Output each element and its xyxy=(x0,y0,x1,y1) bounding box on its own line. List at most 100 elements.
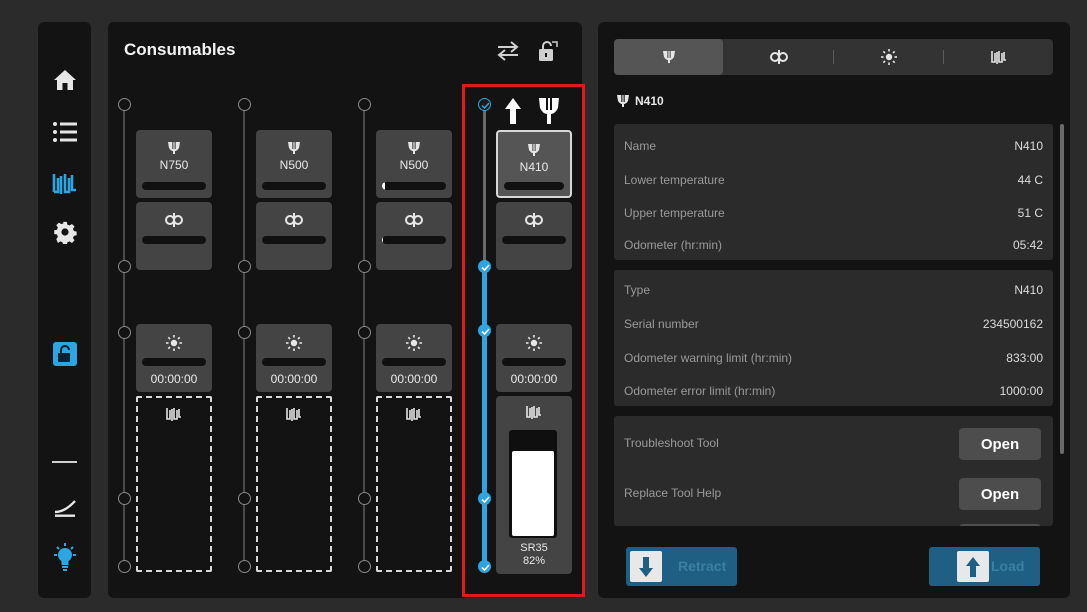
up-arrow-icon xyxy=(957,551,989,582)
troubleshoot-open-button[interactable]: Open xyxy=(959,428,1041,460)
property-value: 234500162 xyxy=(982,317,1043,331)
property-row: Odometer (hr:min) 05:42 xyxy=(624,238,1043,258)
rail-node xyxy=(118,98,131,111)
tool-icon xyxy=(256,141,332,155)
nozzle-card[interactable] xyxy=(136,202,212,270)
light-timer: 00:00:00 xyxy=(390,372,438,386)
property-value: 44 C xyxy=(1017,173,1043,187)
details-title: N410 xyxy=(616,94,664,108)
nozzle-icon xyxy=(376,213,452,227)
down-arrow-icon xyxy=(630,551,662,582)
retract-button[interactable]: Retract xyxy=(626,547,737,586)
rail-node xyxy=(118,560,131,573)
property-value: N410 xyxy=(1014,139,1043,153)
rail-node xyxy=(118,260,131,273)
property-key: Type xyxy=(624,283,651,297)
rail-node xyxy=(358,98,371,111)
rail-node xyxy=(238,260,251,273)
property-value: 05:42 xyxy=(1012,238,1043,252)
load-label: Load xyxy=(991,558,1025,574)
material-icon xyxy=(138,406,210,422)
rail-node xyxy=(358,260,371,273)
tool-card[interactable]: N500 xyxy=(376,130,452,198)
nozzle-progress-fill xyxy=(382,236,384,244)
light-timer: 00:00:00 xyxy=(150,372,198,386)
property-row: Lower temperature 44 C xyxy=(624,173,1043,193)
lock-icon[interactable] xyxy=(534,38,562,64)
settings-icon[interactable] xyxy=(44,212,85,252)
light-card[interactable]: 00:00:00 xyxy=(256,324,332,392)
load-button[interactable]: Load xyxy=(929,547,1040,586)
light-icon xyxy=(376,335,452,351)
property-row: Odometer error limit (hr:min) 1000:00 xyxy=(624,384,1043,404)
tool-progress xyxy=(142,182,206,190)
light-icon xyxy=(256,335,332,351)
light-progress xyxy=(382,358,446,366)
panel-title: Consumables xyxy=(124,40,236,59)
properties-group: Type N410 Serial number 234500162 Odometer… xyxy=(614,270,1053,406)
scrollbar[interactable] xyxy=(1060,124,1064,454)
list-icon[interactable] xyxy=(44,112,85,152)
light-card[interactable]: 00:00:00 xyxy=(376,324,452,392)
empty-material-slot[interactable] xyxy=(376,396,452,572)
tool-card[interactable]: N750 xyxy=(136,130,212,198)
empty-material-slot[interactable] xyxy=(136,396,212,572)
tool-label: N500 xyxy=(279,158,309,172)
nav-divider xyxy=(52,461,77,463)
tool-progress xyxy=(262,182,326,190)
action-label: Troubleshoot Tool xyxy=(624,436,719,450)
property-value: 833:00 xyxy=(1006,351,1043,365)
light-icon xyxy=(136,335,212,351)
tool-label: N500 xyxy=(399,158,429,172)
tab-material[interactable] xyxy=(944,39,1053,75)
details-panel: N410 Name N410 Lower temperature 44 C Uppe… xyxy=(598,22,1070,598)
swap-icon[interactable] xyxy=(494,38,522,64)
side-nav xyxy=(38,22,91,598)
property-value: 1000:00 xyxy=(999,384,1043,398)
rail-node xyxy=(358,560,371,573)
rail-node xyxy=(238,560,251,573)
nozzle-card[interactable] xyxy=(376,202,452,270)
unlock-icon[interactable] xyxy=(44,334,85,374)
tab-nozzle[interactable] xyxy=(724,39,833,75)
tool-icon xyxy=(376,141,452,155)
properties-group: Name N410 Lower temperature 44 C Upper tem… xyxy=(614,124,1053,260)
details-title-text: N410 xyxy=(635,94,664,108)
property-row: Type N410 xyxy=(624,283,1043,303)
action-row: Troubleshoot Tool Open xyxy=(624,428,1043,460)
slope-icon[interactable] xyxy=(44,488,85,528)
tab-light[interactable] xyxy=(834,39,943,75)
empty-material-slot[interactable] xyxy=(256,396,332,572)
light-progress xyxy=(262,358,326,366)
tool-card[interactable]: N500 xyxy=(256,130,332,198)
property-key: Lower temperature xyxy=(624,173,725,187)
light-card[interactable]: 00:00:00 xyxy=(136,324,212,392)
tool-progress xyxy=(382,182,446,190)
rail-node xyxy=(118,326,131,339)
rail-node xyxy=(358,492,371,505)
property-key: Odometer (hr:min) xyxy=(624,238,723,252)
nozzle-progress xyxy=(382,236,446,244)
action-label: Replace Tool Help xyxy=(624,486,722,500)
material-icon xyxy=(258,406,330,422)
consumables-icon[interactable] xyxy=(44,164,85,204)
rail-node xyxy=(238,98,251,111)
property-key: Name xyxy=(624,139,657,153)
property-row: Serial number 234500162 xyxy=(624,317,1043,337)
details-tabs xyxy=(614,39,1053,75)
property-key: Odometer error limit (hr:min) xyxy=(624,384,776,398)
rail-node xyxy=(118,492,131,505)
home-icon[interactable] xyxy=(44,60,85,100)
nozzle-icon xyxy=(256,213,332,227)
clipped-button xyxy=(959,524,1041,526)
replace-help-open-button[interactable]: Open xyxy=(959,478,1041,510)
property-key: Serial number xyxy=(624,317,699,331)
bulb-icon[interactable] xyxy=(44,537,85,577)
tab-tool[interactable] xyxy=(614,39,723,75)
selection-highlight xyxy=(462,84,585,597)
actions-group: Troubleshoot Tool Open Replace Tool Help… xyxy=(614,416,1053,526)
light-progress xyxy=(142,358,206,366)
nozzle-progress xyxy=(262,236,326,244)
nozzle-card[interactable] xyxy=(256,202,332,270)
light-timer: 00:00:00 xyxy=(270,372,318,386)
